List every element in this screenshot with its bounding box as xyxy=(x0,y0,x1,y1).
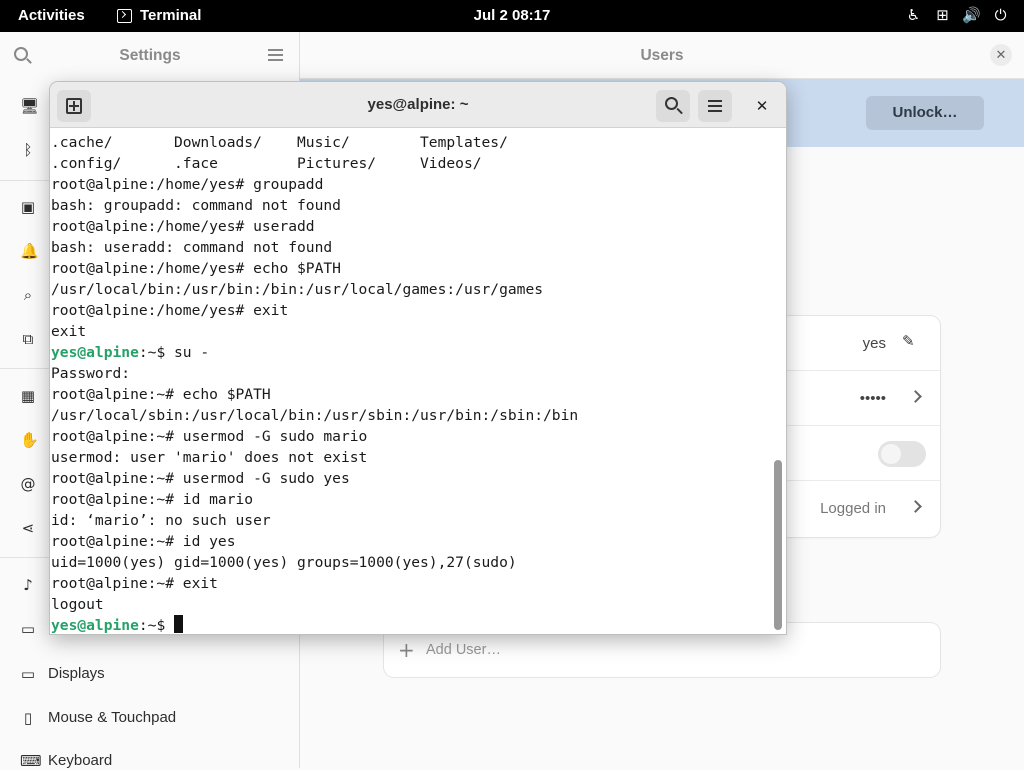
activities-button[interactable]: Activities xyxy=(18,7,85,24)
online-accounts-icon[interactable]: @ xyxy=(20,476,36,492)
sidebar-header: Settings xyxy=(0,32,299,79)
keyboard-icon: ⌨ xyxy=(20,751,42,770)
terminal-scrollbar[interactable] xyxy=(774,460,782,630)
terminal-line: yes@alpine:~$ su - xyxy=(51,342,772,363)
prompt-text: :~$ xyxy=(138,617,175,634)
system-tray[interactable]: ♿ ⊞ 🔊 ⏻ xyxy=(904,6,1010,25)
apps-icon[interactable]: ▦ xyxy=(20,388,36,404)
terminal-line: bash: useradd: command not found xyxy=(51,239,333,256)
terminal-line: .config/ .face Pictures/ Videos/ xyxy=(51,155,482,172)
sharing-icon[interactable]: ⋖ xyxy=(20,520,36,536)
terminal-line: root@alpine:~# echo $PATH xyxy=(51,386,271,403)
notifications-icon[interactable]: 🔔 xyxy=(20,243,39,259)
sidebar-item-label: Keyboard xyxy=(48,752,113,769)
terminal-line: .cache/ Downloads/ Music/ Templates/ xyxy=(51,134,508,151)
add-user-label: Add User… xyxy=(426,642,501,658)
terminal-line: logout xyxy=(51,596,104,613)
sidebar-item-displays[interactable]: ▭ Displays xyxy=(20,665,105,682)
terminal-line: usermod: user 'mario' does not exist xyxy=(51,449,368,466)
terminal-line: yes@alpine:~$ xyxy=(51,615,772,634)
terminal-window[interactable]: yes@alpine: ~ ✕ .cache/ Downloads/ Music… xyxy=(50,82,786,634)
plus-icon: + xyxy=(398,638,415,662)
terminal-line: root@alpine:~# id yes xyxy=(51,533,236,550)
accessibility-icon[interactable]: ♿ xyxy=(904,6,923,25)
sidebar-item-label: Displays xyxy=(48,665,105,682)
terminal-line: root@alpine:/home/yes# exit xyxy=(51,302,289,319)
sidebar-title: Settings xyxy=(119,47,181,64)
new-tab-button[interactable] xyxy=(57,90,91,122)
terminal-output[interactable]: .cache/ Downloads/ Music/ Templates/ .con… xyxy=(50,129,772,634)
terminal-line: root@alpine:/home/yes# useradd xyxy=(51,218,315,235)
prompt-text: :~$ su - xyxy=(138,344,210,361)
terminal-line: root@alpine:~# exit xyxy=(51,575,218,592)
terminal-cursor xyxy=(174,615,184,633)
terminal-line: root@alpine:/home/yes# echo $PATH xyxy=(51,260,341,277)
app-menu[interactable]: Terminal xyxy=(117,7,201,24)
terminal-close-button[interactable]: ✕ xyxy=(750,94,774,118)
page-title: Users xyxy=(640,47,684,64)
terminal-line: root@alpine:~# usermod -G sudo mario xyxy=(51,428,368,445)
terminal-icon xyxy=(117,8,132,23)
terminal-line: root@alpine:/home/yes# groupadd xyxy=(51,176,324,193)
account-activity-value: Logged in xyxy=(820,500,886,517)
chevron-right-icon xyxy=(909,500,922,513)
menu-icon xyxy=(708,100,722,112)
terminal-line: root@alpine:~# usermod -G sudo yes xyxy=(51,470,350,487)
sidebar-item-mouse-touchpad[interactable]: ▯ Mouse & Touchpad xyxy=(20,709,176,726)
network-icon[interactable]: 🖥 xyxy=(20,98,39,114)
app-menu-label: Terminal xyxy=(140,7,202,24)
terminal-line: uid=1000(yes) gid=1000(yes) groups=1000(… xyxy=(51,554,517,571)
terminal-line: /usr/local/bin:/usr/bin:/bin:/usr/local/… xyxy=(51,281,544,298)
prompt-user: yes@alpine xyxy=(51,344,139,361)
terminal-headerbar[interactable]: yes@alpine: ~ ✕ xyxy=(50,82,786,128)
edit-icon[interactable]: ✎ xyxy=(902,334,916,349)
network-icon[interactable]: ⊞ xyxy=(933,6,952,25)
new-tab-icon xyxy=(66,98,82,114)
menu-icon[interactable] xyxy=(268,49,283,61)
search-icon xyxy=(665,97,678,110)
sound-icon[interactable]: ♪ xyxy=(20,577,36,593)
chevron-right-icon xyxy=(909,390,922,403)
display-icon: ▭ xyxy=(20,664,36,683)
terminal-line: id: ‘mario’: no such user xyxy=(51,512,271,529)
privacy-icon[interactable]: ✋ xyxy=(20,432,39,448)
background-icon[interactable]: ▣ xyxy=(20,199,36,215)
auto-login-toggle[interactable] xyxy=(878,441,926,467)
sidebar-item-keyboard[interactable]: ⌨ Keyboard xyxy=(20,752,112,769)
clock[interactable]: Jul 2 08:17 xyxy=(474,7,551,24)
terminal-line: bash: groupadd: command not found xyxy=(51,197,341,214)
unlock-button[interactable]: Unlock… xyxy=(866,96,984,130)
sidebar-item-label: Mouse & Touchpad xyxy=(48,709,177,726)
terminal-menu-button[interactable] xyxy=(698,90,732,122)
content-header: Users ✕ xyxy=(300,32,1024,79)
terminal-line: /usr/local/sbin:/usr/local/bin:/usr/sbin… xyxy=(51,407,579,424)
top-bar: Activities Terminal Jul 2 08:17 ♿ ⊞ 🔊 ⏻ xyxy=(0,0,1024,32)
mouse-icon: ▯ xyxy=(23,708,33,727)
power-settings-icon[interactable]: ▭ xyxy=(20,621,36,637)
terminal-search-button[interactable] xyxy=(656,90,690,122)
power-icon[interactable]: ⏻ xyxy=(991,6,1010,25)
terminal-line: Password: xyxy=(51,365,131,382)
volume-icon[interactable]: 🔊 xyxy=(962,6,981,25)
close-button[interactable]: ✕ xyxy=(990,44,1012,66)
bluetooth-icon[interactable]: ᛒ xyxy=(20,142,36,158)
terminal-line: exit xyxy=(51,323,87,340)
terminal-line: root@alpine:~# id mario xyxy=(51,491,254,508)
search-settings-icon[interactable]: ⌕ xyxy=(20,287,36,303)
multitasking-icon[interactable]: ⧉ xyxy=(20,331,36,347)
prompt-user: yes@alpine xyxy=(51,617,139,634)
password-value: ••••• xyxy=(859,390,886,407)
username-value: yes xyxy=(862,335,886,352)
